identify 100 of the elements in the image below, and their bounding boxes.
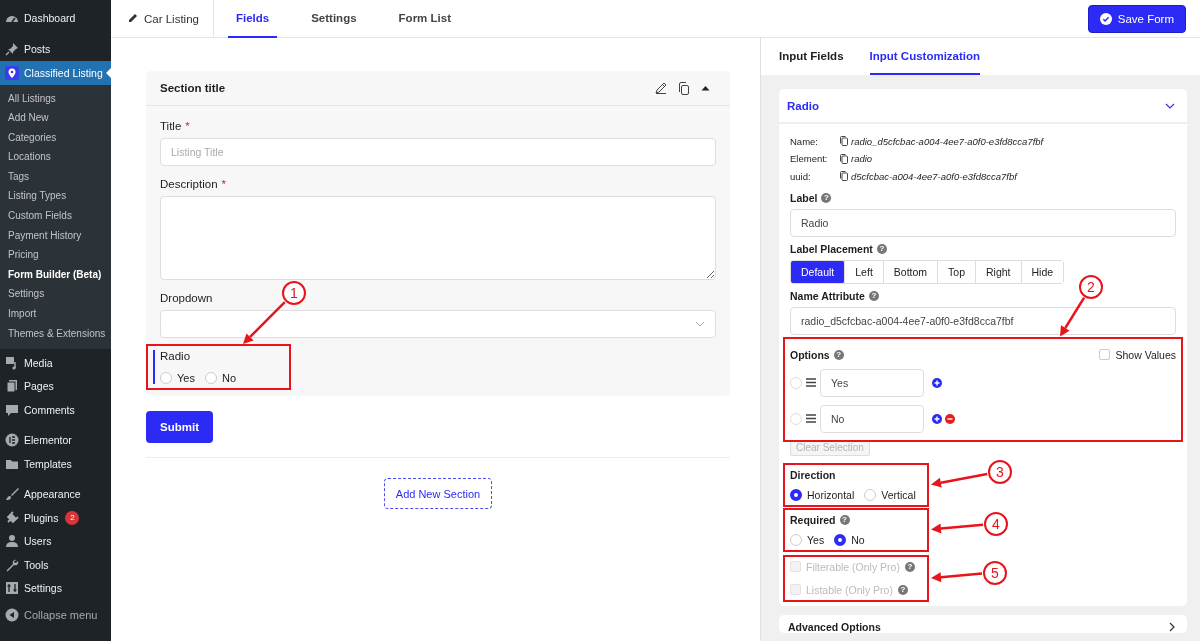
remove-icon[interactable] bbox=[945, 413, 955, 424]
menu-item[interactable]: Posts bbox=[0, 37, 111, 61]
checkbox-label: Listable (Only Pro) bbox=[806, 583, 893, 596]
option-label: No bbox=[851, 533, 865, 546]
menu-item[interactable]: Pages bbox=[0, 374, 111, 399]
field-label: Radio bbox=[160, 350, 191, 362]
submenu-item[interactable]: Locations bbox=[0, 147, 111, 167]
field-label: Title bbox=[160, 120, 182, 132]
menu-item[interactable]: Plugins 2 bbox=[0, 506, 111, 530]
help-icon[interactable]: ? bbox=[876, 243, 887, 254]
option-input[interactable]: Yes bbox=[820, 368, 924, 397]
count-badge: 2 bbox=[65, 510, 80, 525]
section-title: Section title bbox=[160, 82, 226, 94]
submenu-item[interactable]: Categories bbox=[0, 127, 111, 148]
brush-icon bbox=[5, 487, 19, 502]
option-input[interactable]: No bbox=[820, 404, 924, 433]
field-label: Description bbox=[160, 178, 218, 190]
placement-option[interactable]: Default bbox=[791, 260, 846, 283]
callout-arrow bbox=[931, 523, 984, 534]
checkbox-label: Filterable (Only Pro) bbox=[806, 560, 900, 573]
pencil-icon bbox=[127, 13, 138, 24]
copy-icon[interactable] bbox=[840, 153, 848, 164]
drag-handle-icon[interactable] bbox=[806, 414, 816, 423]
pencil-icon[interactable] bbox=[655, 82, 667, 94]
submit-button[interactable]: Submit bbox=[146, 411, 213, 443]
radio-button[interactable] bbox=[790, 488, 802, 501]
callout-arrow bbox=[243, 301, 286, 344]
menu-item[interactable]: Settings bbox=[0, 576, 111, 601]
chevron-right-icon[interactable] bbox=[1169, 621, 1175, 632]
meta-label: Element: bbox=[790, 153, 829, 165]
submenu-item[interactable]: Tags bbox=[0, 166, 111, 187]
menu-item[interactable]: Elementor bbox=[0, 428, 111, 453]
card-title: Advanced Options bbox=[788, 620, 881, 633]
name-attribute-input[interactable]: radio_d5cfcbac-a004-4ee7-a0f0-e3fd8cca7fbf bbox=[790, 306, 1176, 335]
text-input[interactable]: Listing Title bbox=[160, 138, 716, 166]
check-circle-icon bbox=[1099, 12, 1112, 25]
submenu-item[interactable]: Payment History bbox=[0, 225, 111, 246]
menu-item[interactable]: Classified Listing bbox=[0, 61, 111, 85]
submenu-item[interactable]: Settings bbox=[0, 284, 111, 305]
checkbox[interactable] bbox=[1099, 349, 1111, 360]
menu-item[interactable]: Templates bbox=[0, 452, 111, 476]
setting-label: Label bbox=[790, 191, 818, 204]
plug-icon bbox=[5, 510, 19, 525]
callout-arrow bbox=[931, 572, 983, 583]
meta-value: radio_d5cfcbac-a004-4ee7-a0f0-e3fd8cca7fbf bbox=[851, 135, 1044, 147]
label-input[interactable]: Radio bbox=[790, 208, 1176, 237]
select-field[interactable] bbox=[160, 310, 716, 338]
menu-item[interactable]: Comments bbox=[0, 398, 111, 422]
submenu-item[interactable]: All Listings bbox=[0, 88, 111, 109]
callout-arrow bbox=[931, 472, 988, 488]
submenu-item[interactable]: Add New bbox=[0, 108, 111, 128]
copy-icon[interactable] bbox=[678, 81, 690, 95]
help-icon[interactable]: ? bbox=[821, 192, 832, 203]
tab[interactable]: Form List bbox=[390, 0, 459, 38]
sliders-icon bbox=[5, 581, 19, 596]
submenu-item[interactable]: Import bbox=[0, 304, 111, 324]
add-icon[interactable] bbox=[932, 377, 942, 388]
drag-handle-icon[interactable] bbox=[806, 378, 816, 387]
textarea-input[interactable] bbox=[160, 196, 716, 280]
menu-item[interactable]: Appearance bbox=[0, 482, 111, 507]
submenu-item[interactable]: Themes & Extensions bbox=[0, 323, 111, 344]
form-name-button[interactable]: Car Listing bbox=[127, 0, 214, 38]
submenu-item[interactable]: Listing Types bbox=[0, 186, 111, 207]
chevron-down-icon bbox=[695, 321, 705, 327]
tab[interactable]: Input Customization bbox=[869, 38, 981, 75]
callout-arrow bbox=[1060, 296, 1086, 337]
user-icon bbox=[5, 534, 19, 549]
required-mark: * bbox=[221, 178, 226, 190]
option-label: No bbox=[221, 372, 236, 384]
setting-label: Options bbox=[790, 348, 830, 361]
required-mark: * bbox=[185, 120, 190, 132]
setting-label: Name Attribute bbox=[790, 289, 865, 302]
collapse-menu-button[interactable]: Collapse menu bbox=[0, 603, 111, 627]
menu-item[interactable]: Media bbox=[0, 351, 111, 375]
menu-item[interactable]: Dashboard bbox=[0, 6, 111, 30]
radio-button[interactable] bbox=[834, 533, 847, 546]
tab[interactable]: Settings bbox=[303, 0, 365, 38]
setting-label: Direction bbox=[790, 468, 836, 481]
chevron-down-icon[interactable] bbox=[1165, 102, 1175, 109]
menu-item[interactable]: Tools bbox=[0, 553, 111, 577]
submenu-item[interactable]: Form Builder (Beta) bbox=[0, 264, 111, 285]
help-icon[interactable]: ? bbox=[833, 349, 844, 360]
copy-icon[interactable] bbox=[840, 171, 848, 182]
help-icon[interactable]: ? bbox=[839, 514, 850, 525]
help-icon[interactable]: ? bbox=[868, 290, 879, 301]
caret-up-icon[interactable] bbox=[701, 85, 710, 91]
tab[interactable]: Fields bbox=[227, 0, 278, 38]
menu-item[interactable]: Users bbox=[0, 529, 111, 554]
checkbox-label: Show Values bbox=[1115, 348, 1176, 361]
submenu-item[interactable]: Pricing bbox=[0, 245, 111, 265]
copy-icon[interactable] bbox=[840, 136, 848, 147]
submenu-item[interactable]: Custom Fields bbox=[0, 206, 111, 226]
add-section-button[interactable]: Add New Section bbox=[383, 478, 493, 509]
pin-icon bbox=[5, 42, 19, 57]
field-label: Dropdown bbox=[160, 292, 213, 304]
tab[interactable]: Input Fields bbox=[779, 38, 844, 75]
add-icon[interactable] bbox=[932, 413, 942, 424]
meta-value: radio bbox=[851, 153, 873, 165]
media-icon bbox=[5, 355, 19, 370]
save-button[interactable]: Save Form bbox=[1087, 4, 1186, 33]
